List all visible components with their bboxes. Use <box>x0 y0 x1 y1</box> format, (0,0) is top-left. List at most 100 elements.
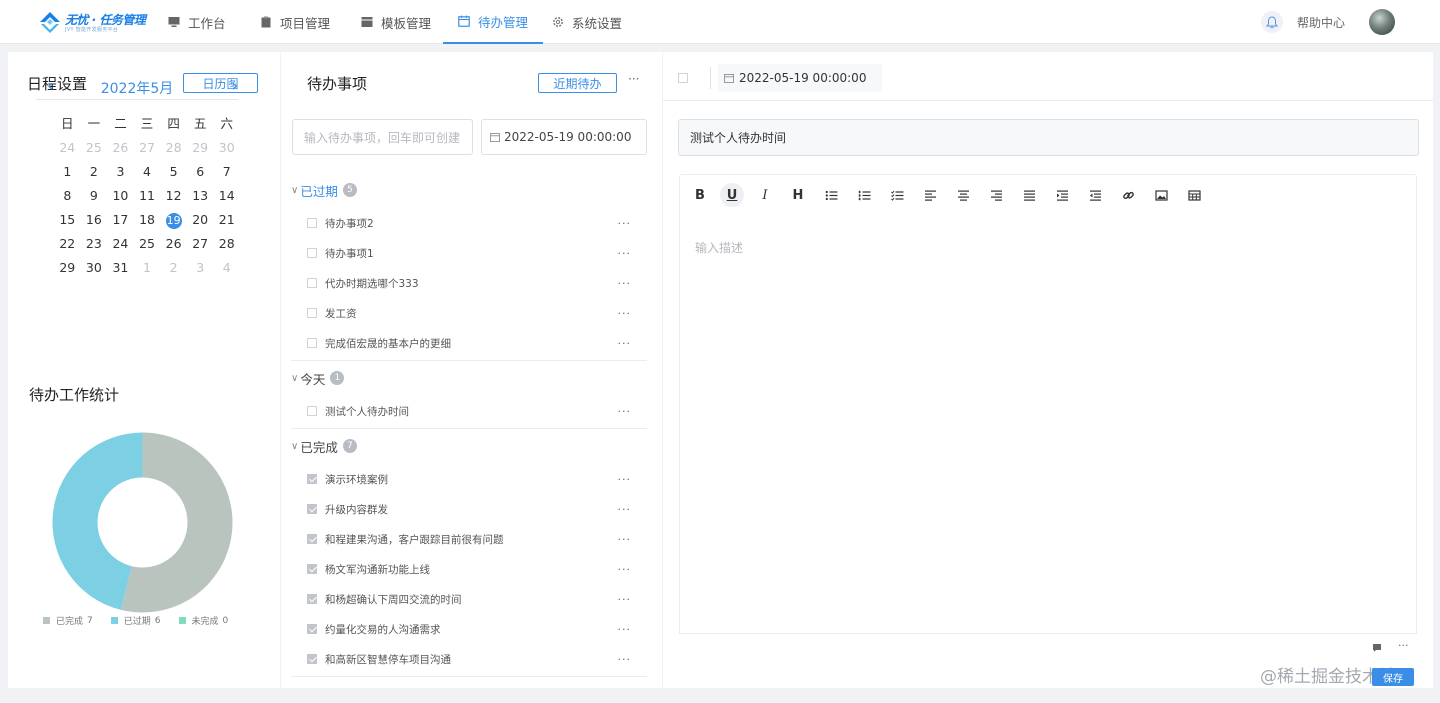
description-editor[interactable]: 输入描述 <box>679 213 1417 634</box>
bullet-list-button[interactable] <box>819 183 843 207</box>
calendar-day[interactable]: 3 <box>107 160 134 184</box>
checklist-button[interactable] <box>885 183 909 207</box>
todo-more-icon[interactable]: ··· <box>618 533 632 546</box>
todo-checkbox[interactable] <box>307 248 317 258</box>
todo-checkbox[interactable] <box>307 308 317 318</box>
calendar-day[interactable]: 13 <box>187 184 214 208</box>
todo-more-icon[interactable]: ··· <box>618 653 632 666</box>
calendar-day[interactable]: 28 <box>213 232 240 256</box>
todo-item[interactable]: 和程建果沟通，客户跟踪目前很有问题 ··· <box>307 524 637 554</box>
todo-date-picker[interactable]: 2022-05-19 00:00:00 <box>481 119 647 155</box>
todo-checkbox[interactable] <box>307 504 317 514</box>
todo-item[interactable]: 和高新区智慧停车项目沟通 ··· <box>307 644 637 674</box>
todo-more-icon[interactable]: ··· <box>618 593 632 606</box>
calendar-day[interactable]: 27 <box>187 232 214 256</box>
next-month-icon[interactable]: › <box>232 76 238 95</box>
brand-logo[interactable]: 无忧 · 任务管理 JVY 智能开发服务平台 <box>38 10 153 36</box>
avatar[interactable] <box>1369 9 1395 35</box>
help-center-link[interactable]: 帮助中心 <box>1297 14 1345 31</box>
todo-more-icon[interactable]: ··· <box>618 623 632 636</box>
calendar-day[interactable]: 26 <box>160 232 187 256</box>
underline-button[interactable]: U <box>720 183 744 207</box>
todo-more-icon[interactable]: ··· <box>618 247 632 260</box>
recent-todos-button[interactable]: 近期待办 <box>538 73 617 93</box>
calendar-day[interactable]: 24 <box>54 136 81 160</box>
indent-button[interactable] <box>1050 183 1074 207</box>
calendar-day[interactable]: 28 <box>160 136 187 160</box>
todo-checkbox[interactable] <box>307 338 317 348</box>
todo-checkbox[interactable] <box>307 406 317 416</box>
todo-checkbox[interactable] <box>307 218 317 228</box>
calendar-day[interactable]: 8 <box>54 184 81 208</box>
detail-more-icon[interactable]: ··· <box>1398 639 1409 652</box>
todo-group-header[interactable]: ∨ 已完成 7 <box>291 430 647 462</box>
todo-checkbox[interactable] <box>307 278 317 288</box>
nav-template-management[interactable]: 模板管理 <box>361 0 431 44</box>
todo-group-header[interactable]: ∨ 已过期 5 <box>291 174 647 206</box>
todo-more-icon[interactable]: ··· <box>618 307 632 320</box>
todo-checkbox[interactable] <box>307 594 317 604</box>
calendar-day[interactable]: 2 <box>81 160 108 184</box>
todo-more-icon[interactable]: ··· <box>618 217 632 230</box>
new-todo-input[interactable]: 输入待办事项，回车即可创建 <box>292 119 473 155</box>
todo-more-icon[interactable]: ··· <box>618 473 632 486</box>
calendar-day[interactable]: 2 <box>160 256 187 280</box>
calendar-day[interactable]: 24 <box>107 232 134 256</box>
todo-item[interactable]: 升级内容群发 ··· <box>307 494 637 524</box>
calendar-day[interactable]: 15 <box>54 208 81 232</box>
calendar-day[interactable]: 26 <box>107 136 134 160</box>
calendar-day[interactable]: 6 <box>187 160 214 184</box>
calendar-day[interactable]: 1 <box>134 256 161 280</box>
calendar-day[interactable]: 30 <box>213 136 240 160</box>
calendar-day[interactable]: 4 <box>213 256 240 280</box>
todo-item[interactable]: 演示环境案例 ··· <box>307 464 637 494</box>
image-button[interactable] <box>1149 183 1173 207</box>
detail-date-picker[interactable]: 2022-05-19 00:00:00 <box>718 64 882 92</box>
nav-project-management[interactable]: 项目管理 <box>260 0 330 44</box>
todo-item[interactable]: 发工资 ··· <box>307 298 637 328</box>
calendar-day[interactable]: 11 <box>134 184 161 208</box>
calendar-day[interactable]: 12 <box>160 184 187 208</box>
todo-checkbox[interactable] <box>307 564 317 574</box>
legend-item[interactable]: 已完成 7 <box>43 614 93 627</box>
more-icon[interactable]: ··· <box>628 72 639 86</box>
todo-item[interactable]: 约量化交易的人沟通需求 ··· <box>307 614 637 644</box>
todo-more-icon[interactable]: ··· <box>618 277 632 290</box>
outdent-button[interactable] <box>1083 183 1107 207</box>
todo-item[interactable]: 完成佰宏晟的基本户的更细 ··· <box>307 328 637 358</box>
todo-group-header[interactable]: ∨ 今天 1 <box>291 362 647 394</box>
todo-checkbox[interactable] <box>307 624 317 634</box>
link-button[interactable] <box>1116 183 1140 207</box>
nav-workbench[interactable]: 工作台 <box>168 0 226 44</box>
calendar-day[interactable]: 27 <box>134 136 161 160</box>
calendar-day[interactable]: 20 <box>187 208 214 232</box>
todo-checkbox[interactable] <box>307 534 317 544</box>
calendar-day[interactable]: 14 <box>213 184 240 208</box>
calendar-day[interactable]: 29 <box>187 136 214 160</box>
calendar-day[interactable]: 31 <box>107 256 134 280</box>
complete-checkbox[interactable] <box>678 73 688 83</box>
calendar-day[interactable]: 4 <box>134 160 161 184</box>
calendar-day[interactable]: 22 <box>54 232 81 256</box>
todo-item[interactable]: 待办事项2 ··· <box>307 208 637 238</box>
todo-item[interactable]: 杨文军沟通新功能上线 ··· <box>307 554 637 584</box>
align-center-button[interactable] <box>951 183 975 207</box>
todo-more-icon[interactable]: ··· <box>618 563 632 576</box>
table-button[interactable] <box>1182 183 1206 207</box>
nav-todo-management[interactable]: 待办管理 <box>443 0 544 44</box>
calendar-day[interactable]: 18 <box>134 208 161 232</box>
legend-item[interactable]: 已过期 6 <box>110 614 161 627</box>
calendar-day[interactable]: 25 <box>134 232 161 256</box>
todo-checkbox[interactable] <box>307 654 317 664</box>
todo-item[interactable]: 和杨超确认下周四交流的时间 ··· <box>307 584 637 614</box>
calendar-day[interactable]: 9 <box>81 184 108 208</box>
ordered-list-button[interactable] <box>852 183 876 207</box>
calendar-day[interactable]: 21 <box>213 208 240 232</box>
calendar-day[interactable]: 25 <box>81 136 108 160</box>
calendar-day-today[interactable]: 19 <box>160 208 187 232</box>
align-right-button[interactable] <box>984 183 1008 207</box>
comment-icon[interactable] <box>1372 643 1382 653</box>
todo-title-field[interactable]: 测试个人待办时间 <box>678 119 1419 156</box>
todo-item[interactable]: 测试个人待办时间 ··· <box>307 396 637 426</box>
calendar-day[interactable]: 30 <box>81 256 108 280</box>
